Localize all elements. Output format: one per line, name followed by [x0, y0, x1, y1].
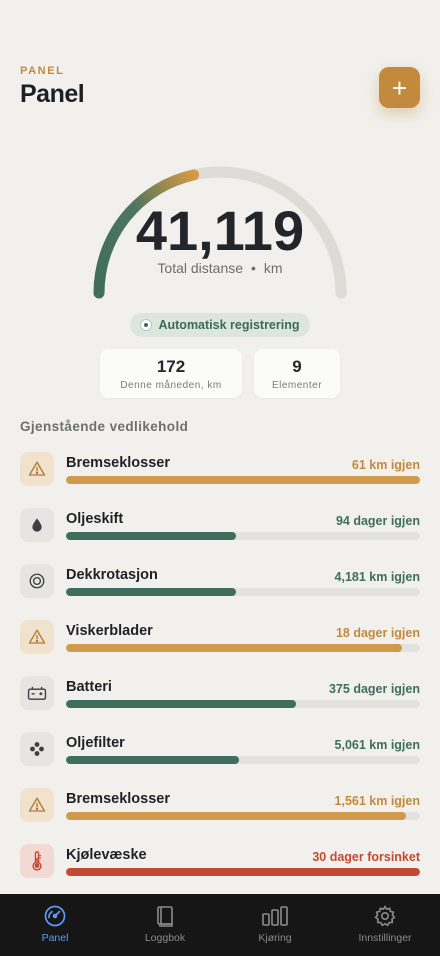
tab-kjoring[interactable]: Kjøring	[220, 904, 330, 944]
separator-dot: •	[251, 260, 256, 276]
maintenance-item[interactable]: Oljefilter 5,061 km igjen	[20, 732, 420, 772]
warning-icon	[20, 452, 54, 486]
page-eyebrow: PANEL	[20, 65, 65, 77]
maintenance-item[interactable]: Kjølevæske 30 dager forsinket	[20, 844, 420, 884]
stat-label: Elementer	[271, 380, 323, 391]
maintenance-item-name: Oljefilter	[66, 735, 125, 751]
maintenance-item-name: Oljeskift	[66, 511, 124, 527]
tab-innstillinger[interactable]: Innstillinger	[330, 904, 440, 944]
maintenance-item[interactable]: Bremseklosser 1,561 km igjen	[20, 788, 420, 828]
tab-loggbok[interactable]: Loggbok	[110, 904, 220, 944]
tab-label: Innstillinger	[358, 932, 412, 944]
progress-track	[66, 756, 420, 764]
progress-track	[66, 644, 420, 652]
tire-icon	[20, 564, 54, 598]
tab-label: Loggbok	[144, 932, 186, 944]
maintenance-item-name: Bremseklosser	[66, 455, 170, 471]
progress-track	[66, 868, 420, 876]
stat-month-km: 172 Denne måneden, km	[100, 349, 242, 398]
total-distance-caption: Total distanse	[157, 260, 244, 276]
progress-fill	[66, 588, 236, 596]
warning-icon	[20, 620, 54, 654]
plus-icon: +	[391, 72, 408, 103]
oil-drop-icon	[20, 508, 54, 542]
progress-track	[66, 700, 420, 708]
maintenance-item-status: 375 dager igjen	[328, 682, 420, 696]
maintenance-item[interactable]: Batteri 375 dager igjen	[20, 676, 420, 716]
maintenance-item-name: Viskerblader	[66, 623, 153, 639]
bars-chart-icon	[220, 904, 330, 928]
progress-fill	[66, 756, 240, 764]
battery-icon	[20, 676, 54, 710]
tab-panel[interactable]: Panel	[0, 904, 110, 944]
gear-icon	[330, 904, 440, 928]
auto-registration-pill[interactable]: Automatisk registrering	[130, 313, 310, 337]
total-distance-label: Total distanse • km	[0, 260, 440, 276]
maintenance-item-name: Bremseklosser	[66, 791, 170, 807]
tab-bar: Panel Loggbok Kjøring Innstillinger	[0, 894, 440, 956]
progress-fill	[66, 532, 236, 540]
progress-fill	[66, 868, 420, 876]
maintenance-item-status: 4,181 km igjen	[334, 570, 420, 584]
section-title: Gjenstående vedlikehold	[20, 419, 189, 434]
distance-unit: km	[263, 260, 283, 276]
page-title: Panel	[20, 80, 85, 108]
total-distance-value: 41,119	[135, 199, 305, 262]
stat-value: 172	[156, 357, 186, 376]
maintenance-item-status: 1,561 km igjen	[334, 794, 420, 808]
progress-fill	[66, 812, 406, 820]
book-icon	[110, 904, 220, 928]
maintenance-item-status: 94 dager igjen	[335, 514, 420, 528]
maintenance-item[interactable]: Bremseklosser 61 km igjen	[20, 452, 420, 492]
tab-label: Kjøring	[258, 932, 292, 944]
thermometer-icon	[20, 844, 54, 878]
maintenance-item[interactable]: Viskerblader 18 dager igjen	[20, 620, 420, 660]
progress-track	[66, 588, 420, 596]
progress-track	[66, 812, 420, 820]
maintenance-item-name: Dekkrotasjon	[66, 567, 158, 583]
maintenance-item-name: Batteri	[66, 679, 112, 695]
speedometer-icon	[0, 904, 110, 928]
maintenance-item-name: Kjølevæske	[66, 847, 147, 863]
maintenance-item-status: 18 dager igjen	[335, 626, 420, 640]
maintenance-item[interactable]: Dekkrotasjon 4,181 km igjen	[20, 564, 420, 604]
progress-fill	[66, 476, 420, 484]
maintenance-item[interactable]: Oljeskift 94 dager igjen	[20, 508, 420, 548]
maintenance-item-status: 30 dager forsinket	[312, 850, 420, 864]
warning-icon	[20, 788, 54, 822]
radio-dot-icon	[140, 319, 153, 331]
auto-registration-label: Automatisk registrering	[158, 318, 300, 332]
maintenance-item-status: 61 km igjen	[351, 458, 420, 472]
tab-label: Panel	[41, 932, 69, 944]
add-button[interactable]: +	[379, 67, 420, 108]
progress-fill	[66, 644, 403, 652]
filter-icon	[20, 732, 54, 766]
stat-value: 9	[292, 357, 302, 376]
stat-label: Denne måneden, km	[120, 380, 222, 391]
maintenance-item-status: 5,061 km igjen	[334, 738, 420, 752]
stat-elements: 9 Elementer	[254, 349, 340, 398]
progress-track	[66, 532, 420, 540]
progress-track	[66, 476, 420, 484]
progress-fill	[66, 700, 297, 708]
